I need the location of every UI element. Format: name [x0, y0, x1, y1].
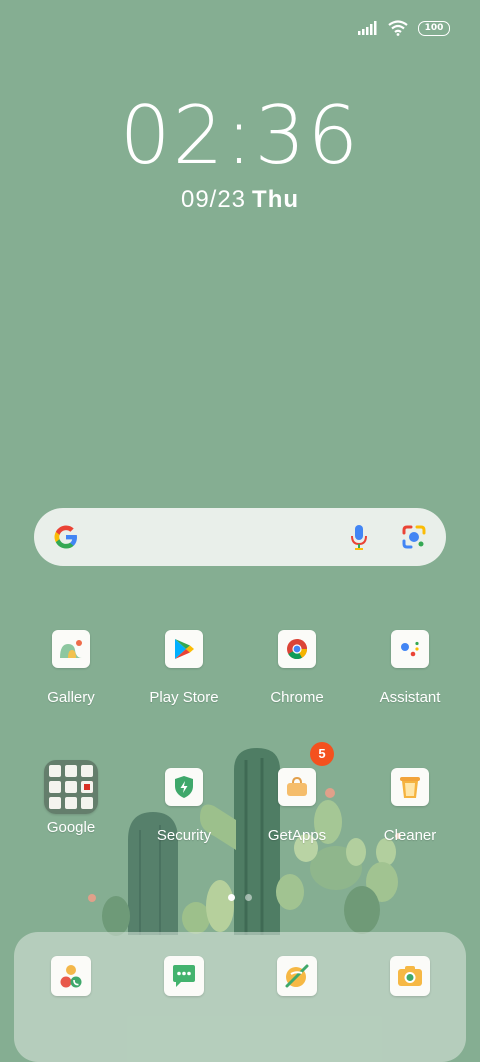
phone-contacts-icon[interactable] — [51, 956, 91, 996]
app-play-store[interactable]: Play Store — [129, 630, 239, 706]
security-shield-icon — [165, 768, 203, 806]
app-assistant[interactable]: Assistant — [355, 630, 465, 706]
app-label: Cleaner — [383, 827, 437, 844]
cellular-signal-icon — [358, 21, 377, 35]
app-label: Chrome — [270, 689, 324, 706]
folder-app-thumb-icon — [65, 765, 77, 777]
app-security[interactable]: Security — [129, 768, 239, 844]
page-dot — [245, 894, 252, 901]
app-label: GetApps — [267, 827, 327, 844]
wifi-icon — [388, 20, 408, 36]
app-chrome[interactable]: Chrome — [242, 630, 352, 706]
google-search-bar[interactable] — [34, 508, 446, 566]
folder-app-thumb-icon — [49, 797, 61, 809]
folder-app-thumb-icon — [49, 765, 61, 777]
app-cleaner[interactable]: Cleaner — [355, 768, 465, 844]
folder-app-thumb-icon — [49, 781, 61, 793]
app-label: Play Store — [149, 689, 219, 706]
app-label: Assistant — [379, 689, 441, 706]
page-indicator[interactable] — [0, 894, 480, 901]
app-label: Security — [156, 827, 212, 844]
browser-icon[interactable] — [277, 956, 317, 996]
messages-icon[interactable] — [164, 956, 204, 996]
app-getapps[interactable]: 5 GetApps — [242, 742, 352, 844]
app-gallery[interactable]: Gallery — [16, 630, 126, 706]
status-bar: 100 — [358, 16, 450, 40]
gallery-icon — [52, 630, 90, 668]
folder-app-thumb-icon — [65, 781, 77, 793]
battery-indicator: 100 — [418, 20, 450, 36]
chrome-icon — [278, 630, 316, 668]
folder-app-thumb-icon — [81, 797, 93, 809]
google-folder-icon — [44, 760, 98, 814]
app-dock — [14, 932, 466, 1062]
date-value: 09/23 — [180, 186, 247, 213]
google-lens-icon[interactable] — [400, 523, 428, 551]
getapps-bag-icon — [278, 768, 316, 806]
page-dot-active — [228, 894, 235, 901]
folder-app-thumb-icon — [65, 797, 77, 809]
play-store-icon — [165, 630, 203, 668]
battery-level: 100 — [424, 23, 444, 33]
cleaner-bin-icon — [391, 768, 429, 806]
date-weekday: Thu — [252, 186, 300, 213]
camera-icon[interactable] — [390, 956, 430, 996]
assistant-icon — [391, 630, 429, 668]
microphone-icon[interactable] — [348, 523, 370, 551]
app-label: Google — [46, 819, 96, 836]
google-g-icon — [54, 525, 77, 549]
folder-app-thumb-icon — [81, 765, 93, 777]
notification-badge: 5 — [310, 742, 334, 766]
clock-date[interactable]: 09/23 Thu — [0, 186, 480, 214]
app-google-folder[interactable]: Google — [16, 760, 126, 836]
app-label: Gallery — [47, 689, 95, 706]
folder-app-thumb-icon — [81, 781, 93, 793]
clock-time[interactable]: 02:36 — [0, 92, 480, 180]
